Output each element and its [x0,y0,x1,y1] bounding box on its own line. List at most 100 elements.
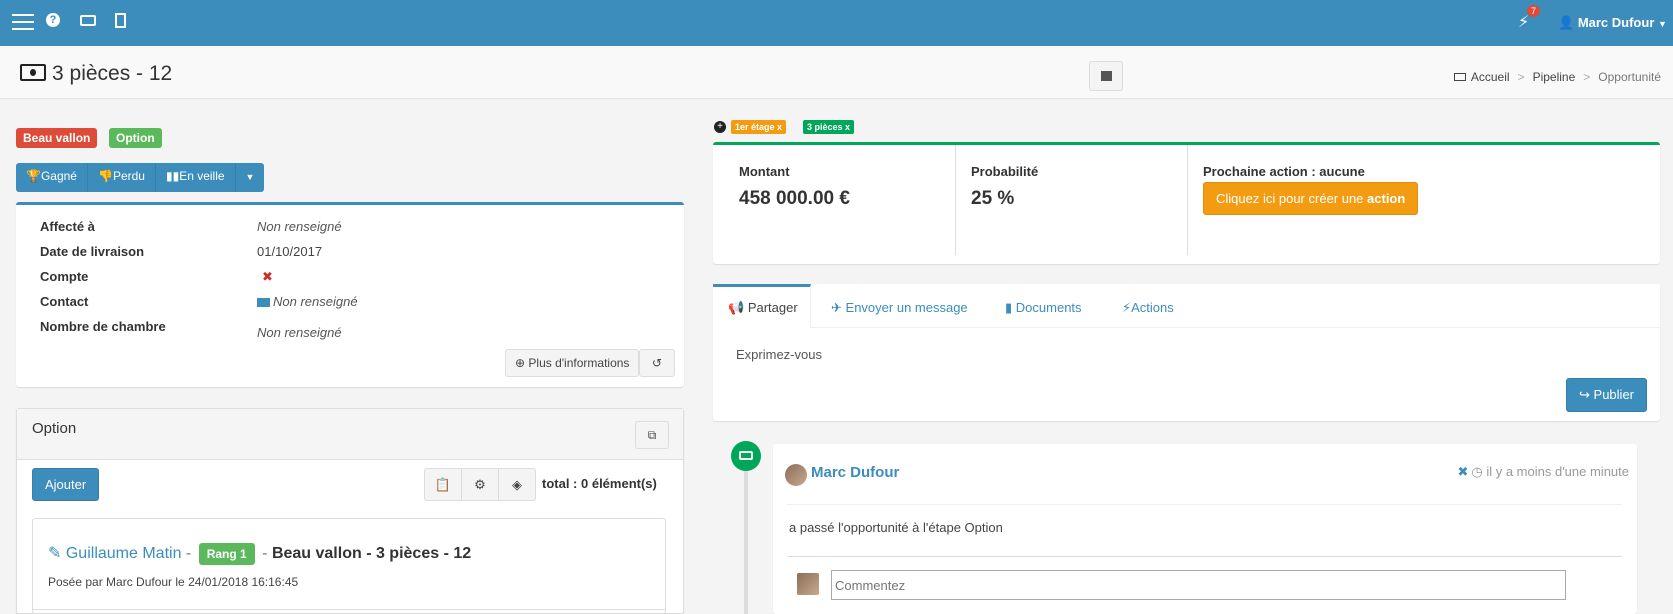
add-tag-icon[interactable]: + [714,121,726,133]
user-menu[interactable]: 👤 Marc Dufour ▼ [1558,15,1667,31]
paste-icon[interactable]: 📋 [424,468,462,501]
edit-icon[interactable]: ✎ [48,545,61,562]
page-title-text: 3 pièces - 12 [52,62,173,85]
breadcrumb: Accueil > Pipeline > Opportunité [1453,70,1661,84]
timeline-item: Marc Dufour ✖ ◷ il y a moins d'une minute… [773,444,1637,614]
breadcrumb-home[interactable]: Accueil [1471,70,1510,84]
create-action-button[interactable]: Cliquez ici pour créer une action [1203,182,1419,215]
breadcrumb-home-icon [1453,73,1466,81]
share-input[interactable]: Exprimez-vous [736,347,822,362]
trophy-icon: 🏆 [26,169,41,183]
assigned-label: Affecté à [40,219,95,234]
total-count: total : 0 élément(s) [542,476,657,491]
thumbs-down-icon: 👎 [97,169,113,183]
plus-circle-icon: ⊕ [515,356,526,370]
contact-label: Contact [40,294,89,309]
notification-badge: 7 [1527,5,1541,17]
option-subject: Beau vallon - 3 pièces - 12 [271,545,472,562]
metric-divider [1187,145,1188,255]
timeline-money-icon [731,441,761,471]
publish-button[interactable]: ↪ Publier [1566,378,1647,412]
timeline-time: ✖ ◷ il y a moins d'une minute [1457,464,1629,479]
amount-value: 458 000.00 € [739,188,850,209]
page-title: 3 pièces - 12 [20,62,172,86]
caret-down-icon: ▼ [1658,19,1667,29]
tab-actions[interactable]: ⚡Actions [1122,300,1174,316]
assigned-value[interactable]: Non renseigné [257,219,342,234]
copy-icon: ⧉ [647,428,657,442]
avatar [785,464,807,486]
timeline-body: a passé l'opportunité à l'étape Option [789,520,1003,535]
timeline-divider [787,556,1622,557]
delivery-date-label: Date de livraison [40,244,145,259]
probability-label: Probabilité [971,164,1039,179]
stage-label: Option [109,128,162,148]
metric-divider [955,145,956,255]
rank-badge: Rang 1 [198,543,255,565]
rooms-label: Nombre de chambre [40,319,166,334]
user-name: Marc Dufour [1577,15,1655,30]
rooms-value[interactable]: Non renseigné [257,325,342,340]
tab-share[interactable]: 📢 Partager [728,300,798,316]
status-button-group: 🏆Gagné 👎Perdu ▮▮En veille ▼ [16,163,265,192]
money-icon [20,64,46,81]
tab-documents[interactable]: ▮ Documents [1005,300,1082,316]
tab-send-message[interactable]: ✈ Envoyer un message [831,300,968,316]
details-box: Affecté à Non renseigné Date de livraiso… [16,202,684,387]
avatar [797,573,819,595]
menu-toggle-icon[interactable] [12,14,34,30]
add-button[interactable]: Ajouter [32,468,100,501]
timeline-line [744,458,748,614]
account-label: Compte [40,269,89,284]
breadcrumb-pipeline[interactable]: Pipeline [1533,70,1576,84]
contact-value[interactable]: Non renseigné [257,294,358,309]
delete-icon[interactable]: ✖ [1457,464,1468,479]
metrics-box: Montant 458 000.00 € Probabilité 25 % Pr… [713,142,1660,264]
lightning-icon: ⚡ [1122,300,1132,315]
tab-bar: 📢 Partager ✈ Envoyer un message ▮ Docume… [713,284,1660,328]
file-icon: ▮ [1005,300,1013,315]
won-button[interactable]: 🏆Gagné [16,163,88,192]
timeline-divider [787,504,1622,505]
user-icon: 👤 [1558,15,1575,30]
copy-button[interactable]: ⧉ [635,421,669,449]
settings-icon[interactable]: ⚙ [461,468,499,501]
history-icon: ↺ [651,356,663,370]
comment-input[interactable] [831,570,1566,600]
share-icon: ↪ [1579,387,1590,402]
timeline-user-link[interactable]: Marc Dufour [811,464,899,481]
option-panel-header: Option ⧉ [17,409,683,460]
delivery-date-value[interactable]: 01/10/2017 [257,244,322,259]
money-icon[interactable] [80,15,96,26]
building-icon[interactable] [115,13,126,28]
option-author-link[interactable]: Guillaume Matin [66,545,182,562]
cube-icon[interactable]: ◈ [498,468,536,501]
top-navbar: ? ⚡ 7 👤 Marc Dufour ▼ [0,0,1673,46]
bullhorn-icon: 📢 [728,300,745,315]
option-card: ✎ Guillaume Matin - Rang 1 - Beau vallon… [32,518,666,614]
envelope-icon [257,298,270,307]
standby-button[interactable]: ▮▮En veille [155,163,236,192]
archive-button[interactable] [1089,61,1123,91]
more-info-button[interactable]: ⊕ Plus d'informations [505,349,640,377]
next-action-label: Prochaine action : aucune [1203,164,1365,179]
location-label: Beau vallon [16,128,98,148]
tag-rooms[interactable]: 3 pièces x [803,120,855,134]
probability-value: 25 % [971,188,1015,209]
clock-icon: ◷ [1471,464,1483,479]
tag-floor[interactable]: 1er étage x [731,120,787,134]
card-divider [33,609,665,610]
history-button[interactable]: ↺ [639,349,675,377]
amount-label: Montant [739,164,790,179]
option-posted-info: Posée par Marc Dufour le 24/01/2018 16:1… [48,575,299,589]
account-empty-icon: ✖ [262,269,273,284]
lost-button[interactable]: 👎Perdu [87,163,156,192]
dropdown-toggle-button[interactable]: ▼ [235,163,265,192]
option-card-title: ✎ Guillaume Matin - Rang 1 - Beau vallon… [48,543,472,565]
help-icon[interactable]: ? [46,13,60,27]
breadcrumb-current: Opportunité [1598,70,1661,84]
share-box: 📢 Partager ✈ Envoyer un message ▮ Docume… [713,284,1660,421]
pause-icon: ▮▮ [165,169,180,183]
option-panel-title: Option [32,420,77,437]
paper-plane-icon: ✈ [831,300,842,315]
